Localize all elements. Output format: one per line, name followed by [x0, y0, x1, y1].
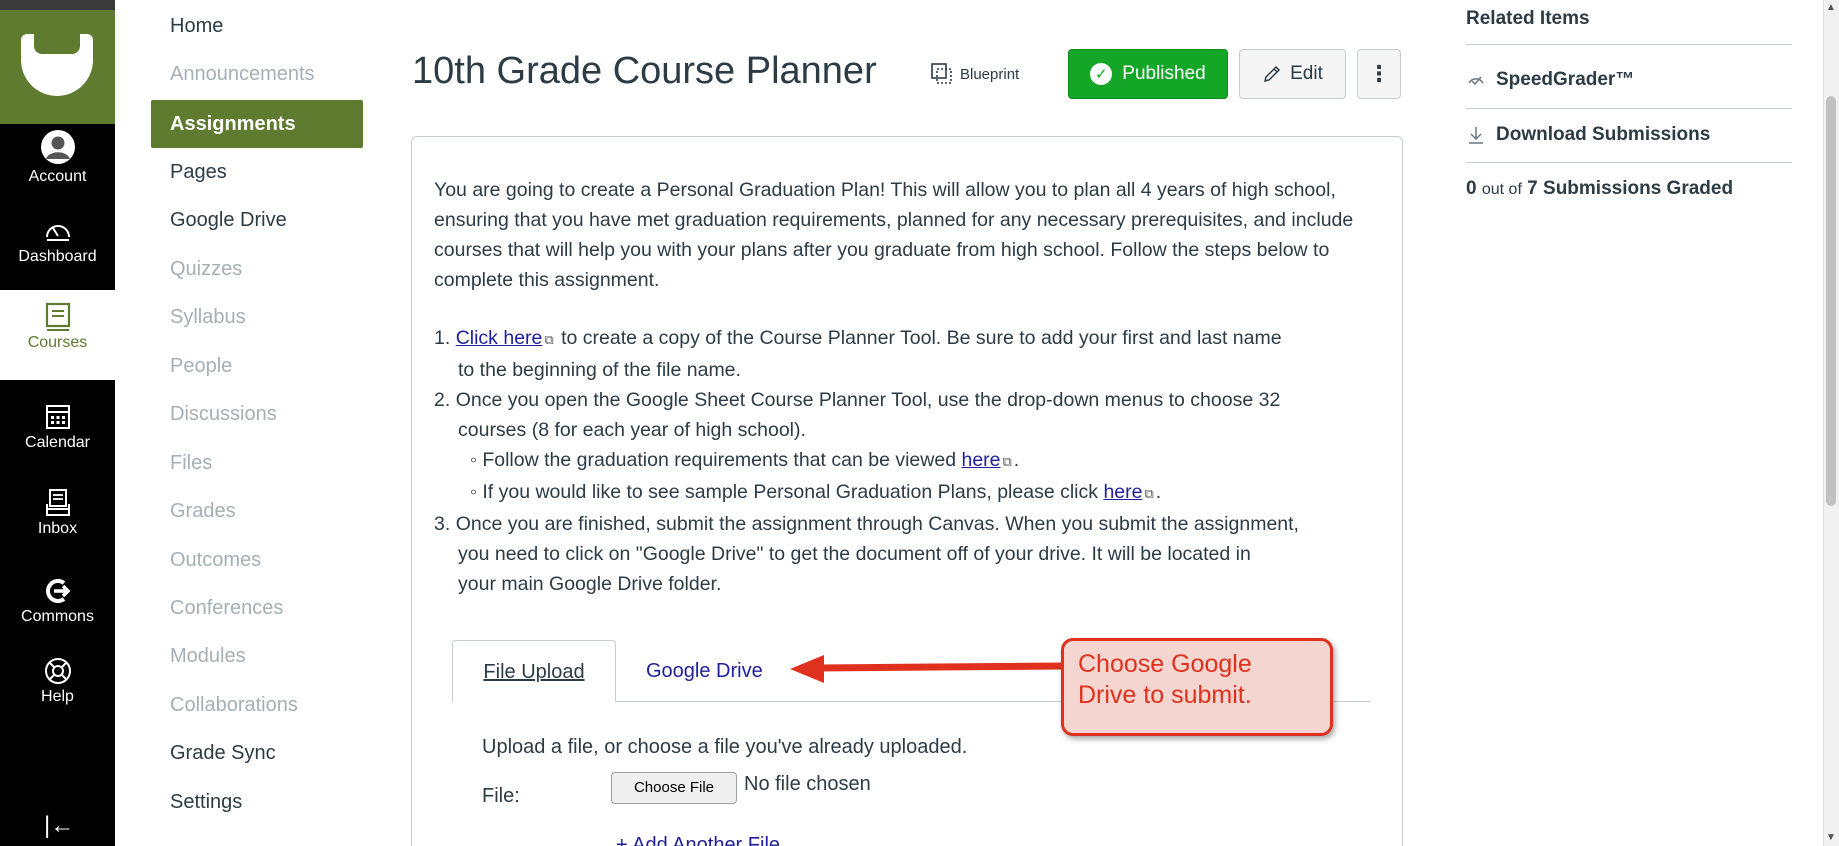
tab-file-upload[interactable]: File Upload	[452, 640, 616, 702]
divider	[1466, 162, 1792, 163]
course-nav-pages[interactable]: Pages	[151, 148, 363, 196]
course-nav-modules[interactable]: Modules	[151, 632, 363, 680]
samples-here-link[interactable]: here	[1103, 481, 1142, 503]
courses-icon	[45, 302, 70, 331]
nav-account[interactable]: Account	[0, 128, 115, 186]
course-nav-syllabus[interactable]: Syllabus	[151, 293, 363, 341]
description-intro: You are going to create a Personal Gradu…	[434, 179, 1354, 291]
nav-inbox[interactable]: Inbox	[0, 488, 115, 538]
divider	[1466, 108, 1792, 109]
annotation-callout: Choose Google Drive to submit.	[1061, 638, 1333, 736]
steps-list: 1. Click here ⧉ to create a copy of the C…	[434, 323, 1394, 599]
external-link-icon: ⧉	[1144, 486, 1154, 501]
inbox-icon	[45, 489, 70, 516]
course-nav-assignments[interactable]: Assignments	[151, 100, 363, 148]
step-3-line-1: 3. Once you are finished, submit the ass…	[434, 513, 1299, 535]
course-nav-announcements[interactable]: Announcements	[151, 50, 363, 98]
global-nav: Account Dashboard Courses Calendar Inbox…	[0, 0, 115, 846]
upload-instructions: Upload a file, or choose a file you've a…	[482, 736, 968, 758]
window-top-strip	[0, 0, 115, 10]
nav-commons[interactable]: Commons	[0, 576, 115, 626]
edit-button[interactable]: Edit	[1239, 49, 1346, 99]
speedgrader-icon	[1468, 76, 1484, 86]
course-nav-grade-sync[interactable]: Grade Sync	[151, 729, 363, 777]
bullet-samples: ◦ If you would like to see sample Person…	[470, 481, 1162, 503]
graded-summary: 0 out of 7 Submissions Graded	[1466, 178, 1734, 199]
course-nav-collaborations[interactable]: Collaborations	[151, 681, 363, 729]
course-nav-google-drive[interactable]: Google Drive	[151, 196, 363, 244]
download-icon	[1469, 127, 1483, 144]
school-logo[interactable]	[0, 10, 115, 124]
requirements-here-link[interactable]: here	[961, 449, 1000, 471]
step-2-line-2: courses (8 for each year of high school)…	[458, 419, 806, 441]
check-icon: ✓	[1090, 63, 1113, 85]
collapse-nav-icon[interactable]: |←	[44, 812, 74, 840]
external-link-icon: ⧉	[1002, 454, 1012, 469]
choose-file-button[interactable]: Choose File	[611, 772, 737, 804]
nav-courses[interactable]: Courses	[0, 290, 115, 380]
course-nav-home[interactable]: Home	[151, 2, 363, 50]
commons-icon	[45, 579, 70, 603]
external-link-icon: ⧉	[544, 332, 554, 347]
file-label: File:	[482, 785, 520, 807]
published-label: Published	[1122, 63, 1206, 84]
nav-help[interactable]: Help	[0, 656, 115, 706]
related-items-title: Related Items	[1466, 8, 1590, 29]
course-nav-conferences[interactable]: Conferences	[151, 584, 363, 632]
course-nav-grades[interactable]: Grades	[151, 487, 363, 535]
step-3-line-2: you need to click on "Google Drive" to g…	[458, 543, 1251, 565]
dashboard-icon	[45, 225, 70, 241]
more-options-button[interactable]: ⋮	[1357, 49, 1401, 99]
pencil-icon	[1264, 65, 1281, 83]
step-3-line-3: your main Google Drive folder.	[458, 573, 722, 595]
published-button[interactable]: ✓ Published	[1068, 49, 1228, 99]
account-icon	[40, 130, 75, 164]
scrollbar-thumb[interactable]	[1826, 96, 1836, 506]
step-1-line-2: to the beginning of the file name.	[458, 359, 741, 381]
speedgrader-link[interactable]: SpeedGrader™	[1466, 69, 1634, 91]
course-nav-quizzes[interactable]: Quizzes	[151, 245, 363, 293]
course-nav-people[interactable]: People	[151, 342, 363, 390]
annotation-arrow	[790, 655, 1066, 683]
nav-dashboard[interactable]: Dashboard	[0, 216, 115, 266]
divider	[1466, 44, 1792, 45]
nav-calendar[interactable]: Calendar	[0, 402, 115, 452]
scroll-down-icon[interactable]: ▼	[1826, 832, 1836, 843]
blueprint-indicator: Blueprint	[930, 62, 1019, 86]
step-1-line-1: 1. Click here ⧉ to create a copy of the C…	[434, 327, 1282, 349]
course-nav-discussions[interactable]: Discussions	[151, 390, 363, 438]
callout-line-2: Drive to submit.	[1078, 681, 1252, 709]
callout-line-1: Choose Google	[1078, 650, 1252, 678]
bullet-requirements: ◦ Follow the graduation requirements tha…	[470, 449, 1020, 471]
add-another-file-link[interactable]: + Add Another File	[616, 834, 780, 846]
blueprint-label: Blueprint	[960, 65, 1020, 83]
no-file-text: No file chosen	[744, 773, 871, 795]
scroll-up-icon[interactable]: ▲	[1826, 2, 1836, 13]
click-here-link[interactable]: Click here	[456, 327, 543, 349]
course-nav-outcomes[interactable]: Outcomes	[151, 536, 363, 584]
help-icon	[44, 658, 71, 684]
course-nav-files[interactable]: Files	[151, 439, 363, 487]
page-title: 10th Grade Course Planner	[412, 50, 877, 92]
step-2-line-1: 2. Once you open the Google Sheet Course…	[434, 389, 1281, 411]
download-submissions-link[interactable]: Download Submissions	[1466, 124, 1710, 146]
calendar-icon	[45, 405, 70, 429]
edit-label: Edit	[1290, 63, 1323, 84]
course-nav-settings[interactable]: Settings	[151, 778, 363, 826]
blueprint-icon	[931, 63, 952, 84]
tab-google-drive[interactable]: Google Drive	[646, 640, 763, 702]
